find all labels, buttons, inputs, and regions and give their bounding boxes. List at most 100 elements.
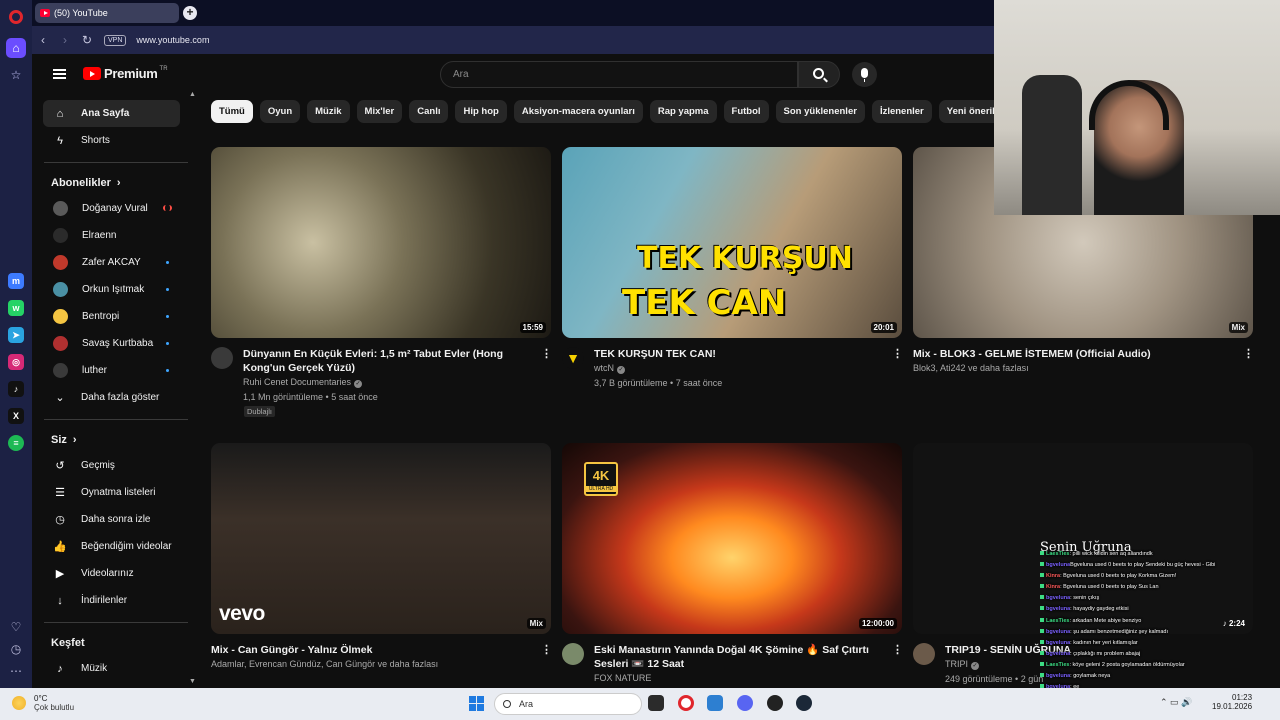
file-explorer-icon[interactable] <box>648 695 664 711</box>
channel-name[interactable]: wtcN ✓ <box>594 363 625 374</box>
messenger-icon[interactable]: m <box>8 273 24 289</box>
filter-chip[interactable]: Canlı <box>409 100 449 123</box>
sidebar-item-subscription[interactable]: Orkun Işıtmak <box>43 276 180 303</box>
channel-name[interactable]: Adamlar, Evrencan Gündüz, Can Güngör ve … <box>211 659 438 669</box>
video-card[interactable]: 15:59 Dünyanın En Küçük Evleri: 1,5 m² T… <box>211 147 552 427</box>
video-title[interactable]: Dünyanın En Küçük Evleri: 1,5 m² Tabut E… <box>243 347 533 375</box>
telegram-icon[interactable]: ➤ <box>8 327 24 343</box>
channel-avatar[interactable] <box>562 643 584 665</box>
channel-avatar[interactable] <box>211 347 233 369</box>
filter-chip[interactable]: Futbol <box>723 100 769 123</box>
x-icon[interactable]: X <box>8 408 24 424</box>
sidebar-item-subscription[interactable]: luther <box>43 357 180 384</box>
weather-widget[interactable]: 0°C Çok bulutlu <box>12 694 74 712</box>
sidebar-item-subscription[interactable]: Zafer AKCAY <box>43 249 180 276</box>
filter-chip[interactable]: Hip hop <box>455 100 507 123</box>
more-options-icon[interactable]: ⋮ <box>541 643 552 656</box>
video-card[interactable]: 4K ULTRA HD 12:00:00 Eski Manastırın Yan… <box>562 443 903 720</box>
discord-icon[interactable] <box>737 695 753 711</box>
app-taskbar-icon[interactable] <box>707 695 723 711</box>
like-icon: 👍 <box>53 541 67 553</box>
sidebar-item-watch-later[interactable]: ◷ Daha sonra izle <box>43 506 180 533</box>
sidebar-scroll-up-icon[interactable]: ▲ <box>189 91 196 98</box>
more-options-icon[interactable]: ⋮ <box>892 347 903 360</box>
sidebar-item-subscription[interactable]: Elraenn <box>43 222 180 249</box>
video-thumbnail[interactable]: 15:59 <box>211 147 551 338</box>
youtube-logo[interactable]: Premium TR <box>83 66 168 81</box>
system-tray[interactable]: ⌃ ▭ 🔊 <box>1160 697 1192 708</box>
sidebar-item-like[interactable]: 👍 Beğendiğim videolar <box>43 533 180 560</box>
sidebar-item-subscription[interactable]: Bentropi <box>43 303 180 330</box>
sidebar-scroll-down-icon[interactable]: ▼ <box>189 678 196 685</box>
sidebar-item-playlists[interactable]: ☰ Oynatma listeleri <box>43 479 180 506</box>
show-more-button[interactable]: ⌄ Daha fazla göster <box>43 384 180 411</box>
filter-chip[interactable]: Aksiyon-macera oyunları <box>513 100 643 123</box>
vpn-badge[interactable]: VPN <box>104 34 127 46</box>
guide-shorts[interactable]: ϟ Shorts <box>43 127 180 154</box>
spotify-icon[interactable]: ≡ <box>8 435 24 451</box>
filter-chip[interactable]: Oyun <box>259 100 301 123</box>
filter-chip[interactable]: Müzik <box>307 100 350 123</box>
menu-icon[interactable] <box>53 69 66 79</box>
opera-taskbar-icon[interactable] <box>678 695 694 711</box>
video-thumbnail[interactable]: 4K ULTRA HD 12:00:00 <box>562 443 902 634</box>
forward-icon[interactable]: › <box>54 33 76 47</box>
opera-logo-icon[interactable] <box>9 10 23 24</box>
channel-avatar[interactable] <box>913 643 935 665</box>
channel-name[interactable]: FOX NATURE <box>594 673 651 683</box>
guide-home[interactable]: ⌂ Ana Sayfa <box>43 100 180 127</box>
filter-chip[interactable]: İzlenenler <box>871 100 932 123</box>
more-options-icon[interactable]: ⋮ <box>892 643 903 656</box>
video-thumbnail[interactable]: vevo Mix <box>211 443 551 634</box>
taskbar-clock[interactable]: 01:23 19.01.2026 <box>1212 693 1252 711</box>
heart-icon[interactable]: ♡ <box>11 620 22 634</box>
tiktok-icon[interactable]: ♪ <box>8 381 24 397</box>
more-options-icon[interactable]: ⋮ <box>541 347 552 360</box>
sidebar-item-download[interactable]: ↓ İndirilenler <box>43 587 180 614</box>
video-title[interactable]: Eski Manastırın Yanında Doğal 4K Şömine … <box>594 643 884 671</box>
channel-name[interactable]: Ruhi Cenet Documentaries ✓ <box>243 377 363 388</box>
channel-name[interactable]: Blok3, Ati242 ve daha fazlası <box>913 363 1029 373</box>
chat-text: : hayaydiy gaydeg etkisi <box>1070 606 1129 613</box>
video-title[interactable]: Mix - BLOK3 - GELME İSTEMEM (Official Au… <box>913 347 1203 361</box>
url-field[interactable]: www.youtube.com <box>136 35 209 45</box>
obs-icon[interactable] <box>767 695 783 711</box>
whatsapp-icon[interactable]: w <box>8 300 24 316</box>
channel-avatar[interactable]: ▼ <box>562 347 584 369</box>
tab-youtube[interactable]: (50) YouTube <box>35 3 179 23</box>
filter-chip[interactable]: Son yüklenenler <box>775 100 865 123</box>
channel-name[interactable]: TRIPI ✓ <box>945 659 980 670</box>
subscriptions-header[interactable]: Abonelikler › <box>32 171 192 195</box>
reload-icon[interactable]: ↻ <box>76 33 98 47</box>
sidebar-item-your-videos[interactable]: ▶ Videolarınız <box>43 560 180 587</box>
taskbar-search[interactable]: Ara <box>494 693 642 715</box>
history-clock-icon[interactable]: ◷ <box>11 642 21 656</box>
sidebar-item-subscription[interactable]: Savaş Kurtbaba <box>43 330 180 357</box>
filter-chip[interactable]: Tümü <box>211 100 253 123</box>
filter-chip[interactable]: Mix'ler <box>356 100 403 123</box>
search-button[interactable] <box>798 61 840 88</box>
sidebar-item-subscription[interactable]: Doğanay Vural <box>43 195 180 222</box>
filter-chip[interactable]: Yeni öneriler <box>938 100 994 123</box>
video-thumbnail[interactable]: TEK KURŞUN TEK CAN 20:01 <box>562 147 902 338</box>
sidebar-item-music[interactable]: ♪ Müzik <box>43 655 180 682</box>
more-icon[interactable]: ⋯ <box>10 664 22 678</box>
new-tab-button[interactable]: + <box>183 6 197 20</box>
video-title[interactable]: Mix - Can Güngör - Yalnız Ölmek <box>211 643 501 657</box>
more-options-icon[interactable]: ⋮ <box>1243 347 1254 360</box>
video-card[interactable]: TEK KURŞUN TEK CAN 20:01 ▼ TEK KURŞUN TE… <box>562 147 903 427</box>
chat-badge-icon <box>1040 562 1044 567</box>
video-card[interactable]: vevo Mix Mix - Can Güngör - Yalnız Ölmek… <box>211 443 552 720</box>
steam-icon[interactable] <box>796 695 812 711</box>
instagram-icon[interactable]: ◎ <box>8 354 24 370</box>
home-icon[interactable]: ⌂ <box>6 38 26 58</box>
voice-search-button[interactable] <box>852 62 877 87</box>
windows-start-icon[interactable] <box>469 696 484 711</box>
you-header[interactable]: Siz › <box>32 428 192 452</box>
search-input[interactable]: Ara <box>440 61 798 88</box>
sidebar-item-history[interactable]: ↺ Geçmiş <box>43 452 180 479</box>
filter-chip[interactable]: Rap yapma <box>649 100 717 123</box>
video-title[interactable]: TEK KURŞUN TEK CAN! <box>594 347 884 361</box>
back-icon[interactable]: ‹ <box>32 33 54 47</box>
star-icon[interactable]: ☆ <box>6 65 26 85</box>
